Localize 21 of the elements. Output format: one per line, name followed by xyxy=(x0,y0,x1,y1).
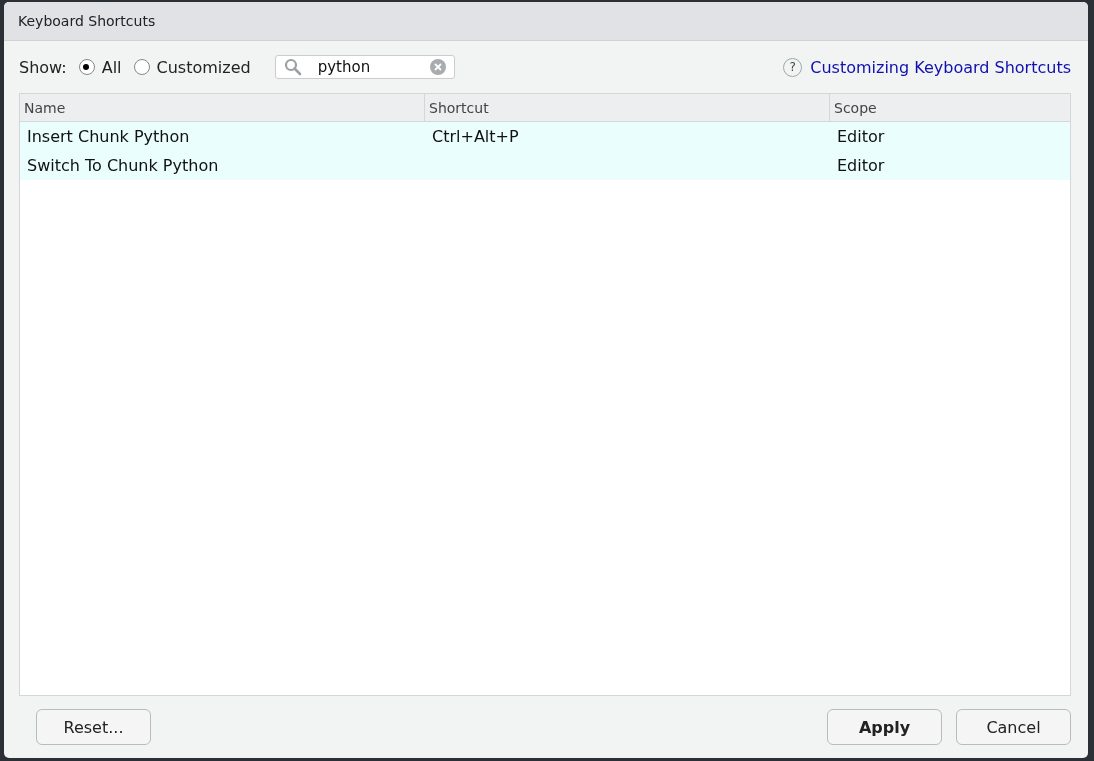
reset-button[interactable]: Reset... xyxy=(36,709,151,745)
show-label: Show: xyxy=(19,57,67,77)
table-cell: Editor xyxy=(837,156,885,175)
apply-button[interactable]: Apply xyxy=(827,709,942,745)
filter-radio[interactable]: All xyxy=(78,57,122,77)
table-cell: Editor xyxy=(837,127,885,146)
table-cell: Insert Chunk Python xyxy=(27,127,190,146)
table-row[interactable]: Insert Chunk Python Ctrl+Alt+P Editor xyxy=(20,122,1070,151)
cancel-button[interactable]: Cancel xyxy=(956,709,1071,745)
search-icon xyxy=(283,58,302,76)
column-header[interactable]: Shortcut xyxy=(425,94,830,121)
column-header[interactable]: Scope xyxy=(830,94,1070,121)
window-title: Keyboard Shortcuts xyxy=(18,13,156,29)
column-header[interactable]: Name xyxy=(20,94,425,121)
help-link[interactable]: Customizing Keyboard Shortcuts xyxy=(810,57,1071,77)
table-cell: Ctrl+Alt+P xyxy=(432,127,519,146)
table-cell: Switch To Chunk Python xyxy=(27,156,219,175)
filter-radio[interactable]: Customized xyxy=(133,57,251,77)
search-field[interactable]: python xyxy=(274,55,455,79)
table-row[interactable]: Switch To Chunk Python Editor xyxy=(20,151,1070,180)
clear-icon[interactable] xyxy=(429,59,446,75)
